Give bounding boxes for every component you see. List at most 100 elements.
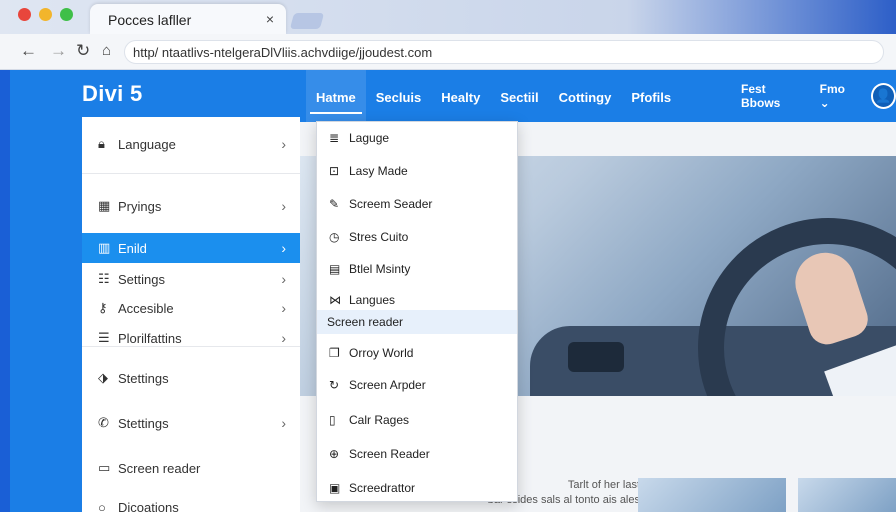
sidebar-item-label: Accesible bbox=[118, 300, 174, 316]
top-nav-item[interactable]: Hatme bbox=[306, 70, 366, 122]
back-arrow-icon[interactable]: ← bbox=[20, 41, 37, 61]
new-tab-button[interactable] bbox=[289, 13, 325, 29]
sidebar-item[interactable]: 🔒︎ Language › bbox=[82, 129, 300, 159]
dropdown-item-label: Lasy Made bbox=[349, 164, 408, 178]
dropdown-item[interactable]: ✎ Screem Seader bbox=[317, 192, 517, 216]
top-nav-item[interactable]: Sectiil bbox=[490, 70, 548, 122]
pages-icon: ▯ bbox=[329, 413, 336, 427]
chevron-right-icon: › bbox=[281, 415, 286, 431]
sidebar-item-label: Stettings bbox=[118, 370, 169, 386]
dropdown-item-label: Screen reader bbox=[327, 315, 404, 329]
browser-tab-bar: Pocces lafller × bbox=[0, 0, 896, 34]
dropdown-item[interactable]: ⊡ Lasy Made bbox=[317, 159, 517, 183]
header-link[interactable]: Fest Bbows bbox=[741, 82, 806, 110]
copy-icon: ❐ bbox=[329, 346, 340, 360]
dropdown-item-label: Screen Reader bbox=[349, 447, 430, 461]
dropdown-item-label: Laguge bbox=[349, 131, 390, 145]
chevron-right-icon: › bbox=[281, 136, 286, 152]
air-vent-shape bbox=[568, 342, 624, 372]
dropdown-item-label: Screedrattor bbox=[349, 481, 416, 495]
dropdown-item[interactable]: ≣ Laguge bbox=[317, 126, 517, 150]
dropdown-item-label: Langues bbox=[349, 293, 396, 307]
tab-title: Pocces lafller bbox=[108, 12, 192, 28]
dropdown-item-label: Orroy World bbox=[349, 346, 414, 360]
top-nav-item[interactable]: Secluis bbox=[366, 70, 432, 122]
clock-icon: ◷ bbox=[329, 230, 340, 244]
globe-icon: ⊕ bbox=[329, 447, 340, 461]
dropdown-menu: ≣ Laguge ⊡ Lasy Made ✎ Screem Seader ◷ Stres Cu… bbox=[316, 121, 518, 502]
dropdown-item[interactable]: ⊕ Screen Reader bbox=[317, 442, 517, 466]
top-nav-item[interactable]: Healty bbox=[431, 70, 490, 122]
sidebar-item[interactable]: ⬗ Stettings bbox=[82, 363, 300, 393]
sidebar-item[interactable]: ▦ Pryings › bbox=[82, 191, 300, 221]
home-icon[interactable]: ⌂ bbox=[102, 42, 111, 59]
dropdown-item[interactable]: ❐ Orroy World bbox=[317, 341, 517, 365]
sidebar: 🔒︎ Language › ▦ Pryings › ▥ Enild › ☷ Settings › ⚷ Ac… bbox=[82, 117, 300, 512]
site-header: Divi 5 Hatme Secluis Healty Sectiil Cottingy… bbox=[10, 70, 896, 122]
sidebar-item[interactable]: ⚷ Accesible › bbox=[82, 293, 300, 323]
dropdown-item-label: Stres Cuito bbox=[349, 230, 409, 244]
reload-icon[interactable]: ↻ bbox=[76, 41, 90, 61]
link-icon: ⋈ bbox=[329, 293, 341, 307]
sidebar-item[interactable]: ▭ Screen reader bbox=[82, 453, 300, 483]
sidebar-item-label: Dicoations bbox=[118, 499, 179, 512]
tag-icon: ⬗ bbox=[98, 370, 108, 385]
refresh-icon: ↻ bbox=[329, 378, 340, 392]
image-icon: ⊡ bbox=[329, 164, 340, 178]
thumbnail-image[interactable] bbox=[638, 478, 786, 512]
dropdown-item-label: Calr Rages bbox=[349, 413, 410, 427]
sidebar-item-label: Plorilfattins bbox=[118, 330, 182, 346]
calendar-icon: ▦ bbox=[98, 198, 111, 213]
header-right: Fest Bbows Fmo ⌄ 👤 bbox=[741, 70, 896, 122]
minimize-window-button[interactable] bbox=[39, 8, 52, 21]
sidebar-item-label: Enild bbox=[118, 240, 147, 256]
thumbnail-image[interactable] bbox=[798, 478, 896, 512]
sidebar-item[interactable]: ✆ Stettings › bbox=[82, 408, 300, 438]
sidebar-item[interactable]: ○ Dicoations bbox=[82, 492, 300, 512]
header-menu-dropdown[interactable]: Fmo ⌄ bbox=[820, 82, 857, 110]
card-icon: ▤ bbox=[329, 262, 341, 276]
maximize-window-button[interactable] bbox=[60, 8, 73, 21]
tab-close-icon[interactable]: × bbox=[266, 11, 274, 27]
key-icon: ⚷ bbox=[98, 300, 108, 315]
user-avatar-icon[interactable]: 👤 bbox=[870, 83, 896, 109]
top-nav-item[interactable]: Cottingy bbox=[549, 70, 622, 122]
dropdown-item[interactable]: ▯ Calr Rages bbox=[317, 408, 517, 432]
site-logo[interactable]: Divi 5 bbox=[82, 81, 143, 107]
dropdown-item[interactable]: ↻ Screen Arpder bbox=[317, 373, 517, 397]
edit-icon: ✎ bbox=[329, 197, 340, 211]
top-navigation: Hatme Secluis Healty Sectiil Cottingy Pfofils bbox=[306, 70, 681, 122]
address-bar-row: ← → ↻ ⌂ http/ ntaatlivs-ntelgeraDlVliis.… bbox=[0, 34, 896, 70]
close-window-button[interactable] bbox=[18, 8, 31, 21]
dropdown-item[interactable]: ◷ Stres Cuito bbox=[317, 225, 517, 249]
lock-icon: 🔒︎ bbox=[98, 136, 105, 151]
top-nav-item[interactable]: Pfofils bbox=[621, 70, 681, 122]
chevron-down-icon: ⌄ bbox=[819, 96, 830, 110]
dropdown-item[interactable]: ⋈ Langues bbox=[317, 288, 517, 312]
sidebar-divider bbox=[82, 346, 300, 347]
sidebar-item[interactable]: ☰ Plorilfattins › bbox=[82, 323, 300, 353]
sidebar-item-label: Pryings bbox=[118, 198, 162, 214]
document-icon: ▣ bbox=[329, 481, 341, 495]
dropdown-item[interactable]: ▤ Btlel Msinty bbox=[317, 257, 517, 281]
forward-arrow-icon[interactable]: → bbox=[50, 41, 67, 61]
chevron-right-icon: › bbox=[281, 300, 286, 316]
dropdown-item[interactable]: ▣ Screedrattor bbox=[317, 476, 517, 500]
chevron-right-icon: › bbox=[281, 240, 286, 256]
browser-tab[interactable]: Pocces lafller × bbox=[90, 4, 286, 34]
dropdown-item-label: Screen Arpder bbox=[349, 378, 426, 392]
left-background-strip bbox=[10, 122, 82, 512]
phone-icon: ✆ bbox=[98, 415, 109, 430]
sidebar-item[interactable]: ▥ Enild › bbox=[82, 233, 300, 263]
url-input[interactable]: http/ ntaatlivs-ntelgeraDlVliis.achvdiig… bbox=[124, 40, 884, 64]
monitor-icon: ▭ bbox=[98, 460, 111, 475]
sidebar-item[interactable]: ☷ Settings › bbox=[82, 264, 300, 294]
chevron-right-icon: › bbox=[281, 330, 286, 346]
sidebar-divider bbox=[82, 173, 300, 174]
dropdown-item-label: Btlel Msinty bbox=[349, 262, 411, 276]
sidebar-item-label: Language bbox=[118, 136, 176, 152]
sidebar-item-label: Stettings bbox=[118, 415, 169, 431]
dropdown-item[interactable]: Screen reader bbox=[317, 310, 517, 334]
database-icon: ☰ bbox=[98, 330, 110, 345]
url-text: http/ ntaatlivs-ntelgeraDlVliis.achvdiig… bbox=[133, 45, 433, 60]
